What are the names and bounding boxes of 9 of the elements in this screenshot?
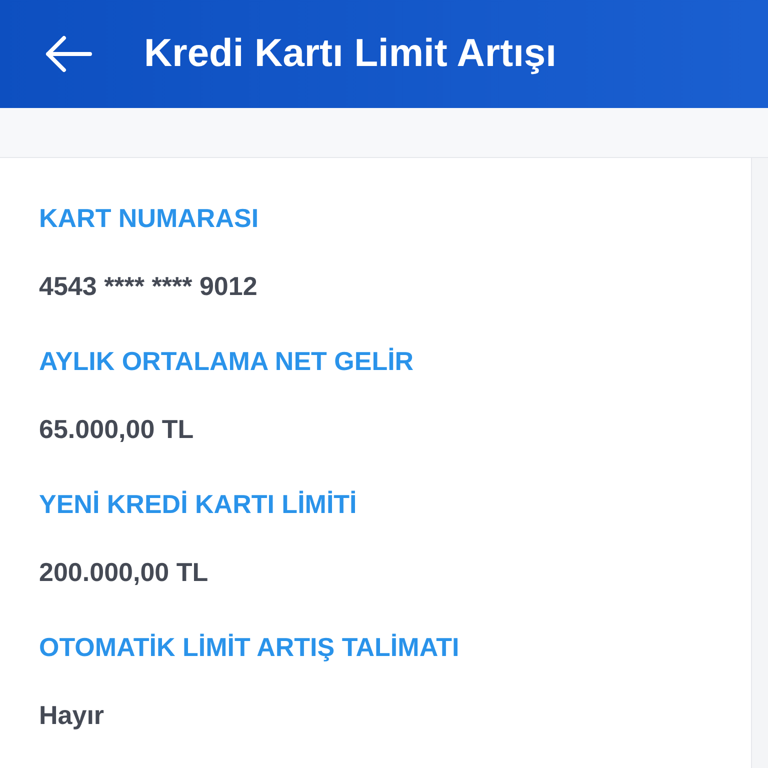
field-label: AYLIK ORTALAMA NET GELİR <box>39 345 415 378</box>
field-label: YENİ KREDİ KARTI LİMİTİ <box>39 488 358 521</box>
field-label: OTOMATİK LİMİT ARTIŞ TALİMATI <box>39 631 460 664</box>
field-label: KART NUMARASI <box>39 202 260 235</box>
field-value: 200.000,00 TL <box>39 556 210 589</box>
field-value: 65.000,00 TL <box>39 413 195 446</box>
page-title: Kredi Kartı Limit Artışı <box>144 32 556 76</box>
field-value: 4543 **** **** 9012 <box>39 270 258 303</box>
field-value: Hayır <box>39 699 106 732</box>
